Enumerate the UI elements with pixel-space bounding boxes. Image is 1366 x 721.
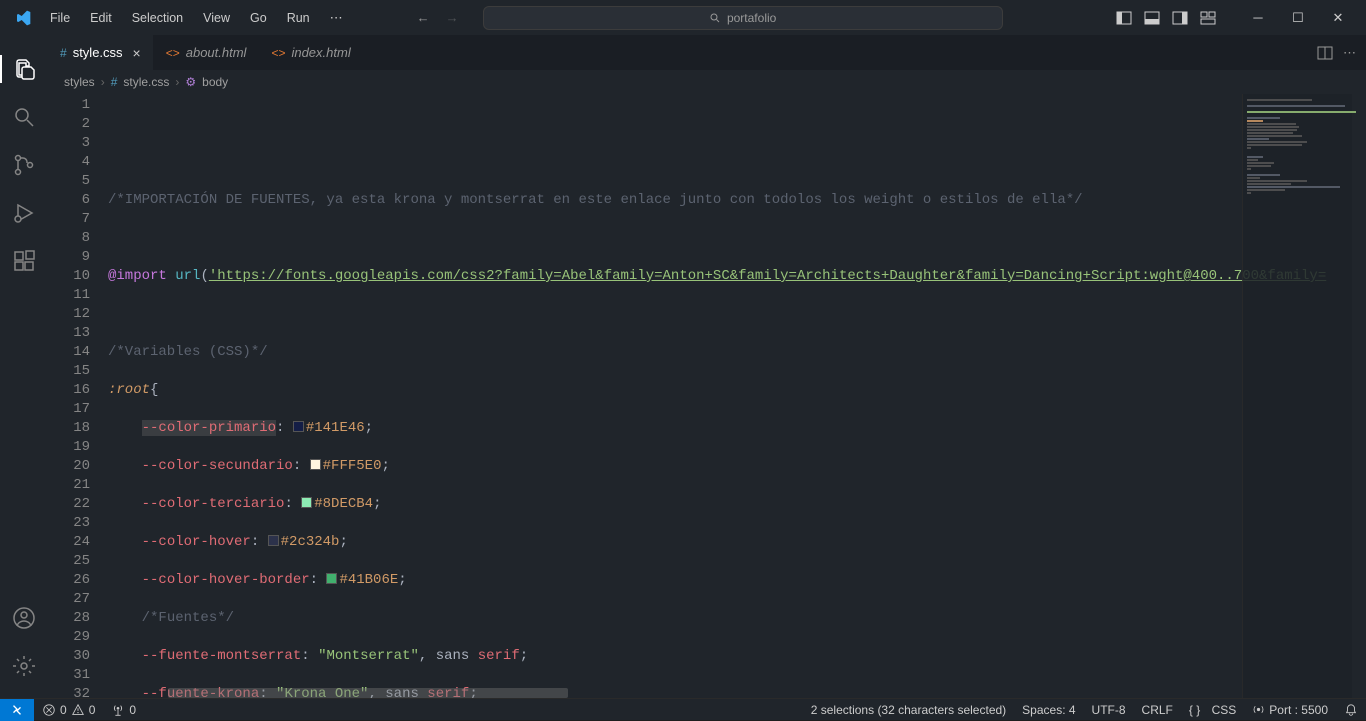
breadcrumb-item[interactable]: styles [64,75,95,89]
css-file-icon: # [60,46,67,60]
activity-explorer[interactable] [0,45,48,93]
warning-icon [71,703,85,717]
activity-source-control[interactable] [0,141,48,189]
status-eol[interactable]: CRLF [1134,703,1181,717]
bell-icon [1344,703,1358,717]
breadcrumb-item[interactable]: style.css [123,75,169,89]
layout-panel-icon[interactable] [1144,10,1160,26]
menu-file[interactable]: File [42,7,78,29]
vscode-logo-icon [14,9,32,27]
titlebar: File Edit Selection View Go Run ⋯ ← → po… [0,0,1366,35]
tab-close-icon[interactable]: × [133,45,141,61]
radio-tower-icon [111,703,125,717]
search-placeholder: portafolio [727,11,776,25]
breadcrumbs[interactable]: styles › # style.css › ⚙ body [48,70,1366,94]
window-close[interactable]: ✕ [1318,0,1358,35]
line-numbers: 1234567891011121314151617181920212223242… [48,94,108,698]
status-indentation[interactable]: Spaces: 4 [1014,703,1083,717]
chevron-right-icon: › [101,75,105,89]
css-file-icon: # [111,75,118,89]
editor-tabs: # style.css × <> about.html <> index.htm… [48,35,1366,70]
split-editor-icon[interactable] [1317,45,1333,61]
chevron-right-icon: › [175,75,179,89]
html-file-icon: <> [166,46,180,60]
activity-search[interactable] [0,93,48,141]
tab-about-html[interactable]: <> about.html [154,35,260,70]
minimap[interactable] [1242,94,1352,698]
breadcrumb-item[interactable]: body [202,75,228,89]
nav-back-icon[interactable]: ← [415,8,432,27]
activity-accounts[interactable] [0,594,48,642]
more-actions-icon[interactable]: ⋯ [1343,45,1356,61]
window-minimize[interactable]: ─ [1238,0,1278,35]
tab-label: index.html [291,45,350,60]
status-ports[interactable]: 0 [103,703,144,717]
menu-overflow[interactable]: ⋯ [322,6,351,30]
command-center[interactable]: portafolio [483,6,1003,30]
tab-label: about.html [186,45,247,60]
error-icon [42,703,56,717]
window-maximize[interactable]: ☐ [1278,0,1318,35]
nav-forward-icon[interactable]: → [444,8,461,27]
status-selection[interactable]: 2 selections (32 characters selected) [803,703,1014,717]
tab-label: style.css [73,45,123,60]
activity-extensions[interactable] [0,237,48,285]
tab-style-css[interactable]: # style.css × [48,35,154,70]
activity-settings[interactable] [0,642,48,690]
status-language[interactable]: { } CSS [1181,703,1244,717]
tab-index-html[interactable]: <> index.html [259,35,363,70]
statusbar: 0 0 0 2 selections (32 characters select… [0,698,1366,720]
broadcast-icon [1252,703,1265,716]
menu-go[interactable]: Go [242,7,275,29]
status-notifications[interactable] [1336,703,1366,717]
activity-run-debug[interactable] [0,189,48,237]
layout-secondary-sidebar-icon[interactable] [1172,10,1188,26]
horizontal-scrollbar[interactable] [168,688,568,698]
status-problems[interactable]: 0 0 [34,703,103,717]
menu-run[interactable]: Run [279,7,318,29]
html-file-icon: <> [271,46,285,60]
search-icon [709,12,721,24]
menu-view[interactable]: View [195,7,238,29]
activity-bar [0,35,48,698]
symbol-icon: ⚙ [185,75,196,89]
layout-primary-sidebar-icon[interactable] [1116,10,1132,26]
menu-selection[interactable]: Selection [124,7,191,29]
code-content[interactable]: /*IMPORTACIÓN DE FUENTES, ya esta krona … [108,94,1366,698]
remote-indicator[interactable] [0,699,34,721]
status-golive[interactable]: Port : 5500 [1244,703,1336,717]
menu-edit[interactable]: Edit [82,7,120,29]
customize-layout-icon[interactable] [1200,10,1216,26]
status-encoding[interactable]: UTF-8 [1084,703,1134,717]
editor[interactable]: 1234567891011121314151617181920212223242… [48,94,1366,698]
